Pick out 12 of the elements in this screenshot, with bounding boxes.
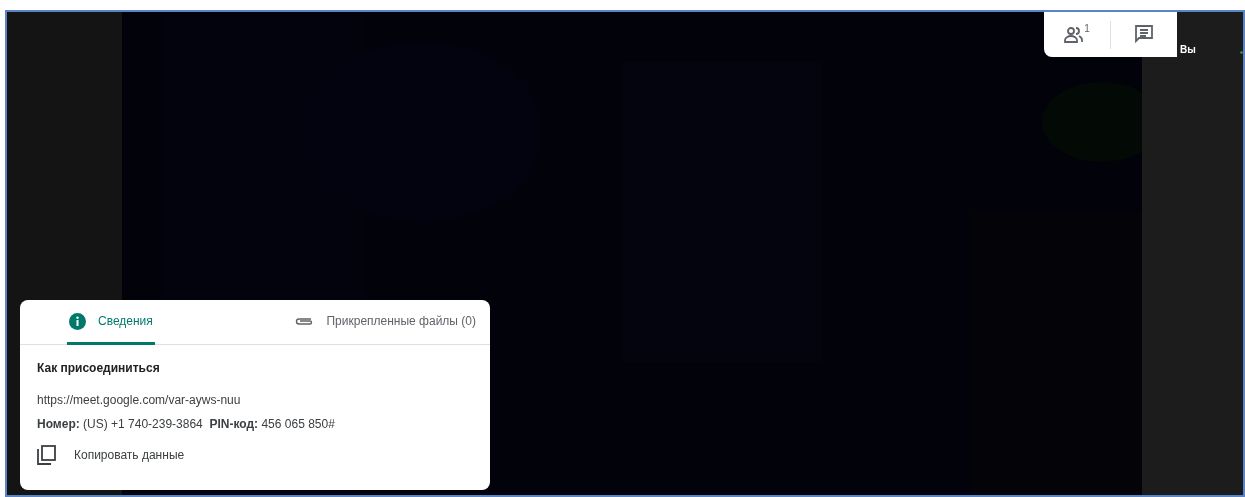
chat-icon (1135, 25, 1153, 44)
self-label: Вы (1180, 43, 1196, 57)
copy-button[interactable]: Копировать данные (37, 443, 473, 467)
dial-in-text: Номер: (US) +1 740-239-3864 PIN-код: 456 065 850# (37, 416, 336, 433)
people-icon (1064, 25, 1085, 44)
paperclip-icon (294, 316, 315, 326)
section-heading: Как присоединиться (37, 360, 161, 377)
meeting-link[interactable]: https://meet.google.com/var-ayws-nuu (37, 391, 473, 409)
info-icon (69, 312, 86, 330)
tab[interactable]: Сведения (67, 300, 155, 345)
copy-icon (37, 445, 56, 465)
tab[interactable]: Прикрепленные файлы (0) (292, 300, 478, 345)
